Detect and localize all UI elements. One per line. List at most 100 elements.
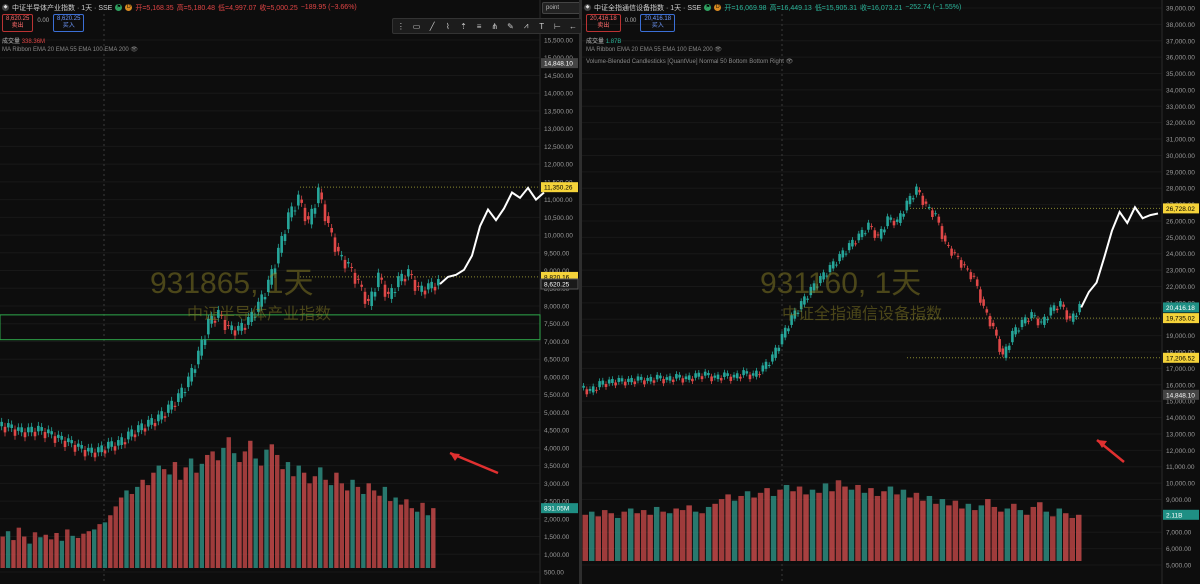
eye-icon[interactable]: 👁 (786, 59, 794, 65)
candle-body (23, 432, 27, 438)
candle-body (927, 206, 931, 208)
candle-body (360, 284, 363, 287)
candle-body (924, 201, 928, 204)
candle-body (1059, 301, 1062, 307)
candle-body (290, 206, 293, 218)
volume-bar (113, 506, 118, 568)
text-tool-icon[interactable]: T (536, 22, 548, 31)
flag-icon[interactable]: ⚑ (115, 4, 123, 11)
volume-bar (307, 483, 312, 568)
volume-bar (118, 497, 124, 568)
candle-body (177, 393, 180, 402)
pattern-tool-icon[interactable]: ⩘ (520, 21, 532, 31)
right-watermark: 931160, 1天 (760, 267, 922, 300)
candle-body (652, 380, 656, 383)
d-badge-icon[interactable]: D (125, 4, 133, 11)
candle-body (80, 445, 83, 449)
candle-body (783, 327, 787, 338)
y-tick-label: 23,000.00 (1166, 268, 1195, 275)
volume-bar (1017, 510, 1024, 561)
candle-body (120, 437, 123, 446)
candle-body (998, 339, 1001, 352)
buy-button[interactable]: 8,620.25 买入 (53, 14, 85, 32)
candle-body (203, 339, 207, 346)
path-tool-icon[interactable]: ⌇ (442, 22, 454, 31)
volume-bar (621, 511, 627, 561)
left-quote: 8,620.25 卖出 0.00 8,620.25 买入 (2, 14, 85, 32)
volume-bar (275, 454, 280, 568)
rectangle-tool-icon[interactable]: ▭ (410, 22, 422, 31)
fib-tool-icon[interactable]: ≡ (473, 22, 485, 31)
candle-body (407, 269, 410, 277)
candle-body (167, 404, 170, 413)
candle-body (630, 377, 633, 383)
candle-body (183, 392, 187, 394)
candle-body (911, 198, 915, 200)
pitchfork-icon[interactable]: ⋔ (489, 22, 501, 31)
candle-body (614, 382, 617, 386)
volume-bar (595, 516, 601, 561)
brush-tool-icon[interactable]: ✎ (504, 22, 516, 31)
candle-body (243, 327, 247, 330)
y-tick-label: 14,000.00 (544, 91, 573, 98)
y-tick-label: 16,000.00 (1166, 382, 1195, 389)
candle-body (193, 369, 197, 373)
sell-button[interactable]: 8,620.25 卖出 (2, 14, 34, 32)
volume-bar (377, 495, 382, 568)
candle-body (133, 434, 137, 438)
candle-body (700, 376, 704, 380)
candle-body (57, 434, 60, 438)
right-indicator-legend-2[interactable]: Volume-Blended Candlesticks [QuantVue] N… (586, 58, 793, 65)
candle-body (995, 329, 998, 336)
volume-bar (199, 463, 205, 568)
candle-body (180, 387, 183, 399)
volume-bar (848, 489, 855, 561)
candle-body (337, 246, 340, 252)
candle-body (991, 322, 995, 327)
y-tick-label: 10,500.00 (544, 215, 573, 222)
eye-icon[interactable]: 👁 (130, 47, 138, 53)
long-position-icon[interactable]: ⇡ (457, 22, 469, 31)
symbol-marker-icon: ◆ (2, 4, 9, 11)
trendline-tool-icon[interactable]: ╱ (426, 22, 438, 31)
buy-button[interactable]: 20,416.18 买入 (640, 14, 676, 32)
candle-body (347, 262, 350, 264)
candle-body (420, 285, 423, 292)
volume-bar (796, 486, 803, 561)
volume-bar (226, 437, 231, 568)
candle-body (27, 427, 30, 433)
grip-icon[interactable]: ⋮ (395, 22, 407, 31)
candle-body (1027, 320, 1030, 322)
candle-body (979, 289, 982, 303)
candle-body (921, 195, 925, 205)
candle-body (350, 266, 353, 268)
candle-body (230, 325, 233, 331)
volume-bar (178, 479, 183, 568)
right-volume-legend: 成交量 1.87B (586, 39, 622, 45)
candle-body (200, 340, 203, 356)
price-label: 14,848.10 (1166, 392, 1195, 399)
y-tick-label: 12,000.00 (1166, 448, 1195, 455)
candle-body (293, 210, 297, 212)
volume-bar (409, 508, 414, 568)
flag-icon[interactable]: ⚑ (704, 4, 712, 11)
volume-bar (27, 543, 32, 568)
candle-body (100, 445, 103, 453)
candle-body (63, 440, 67, 448)
d-badge-icon[interactable]: D (714, 4, 722, 11)
candle-body (892, 220, 896, 226)
left-point-box[interactable]: point (542, 2, 579, 14)
right-indicator-legend[interactable]: MA Ribbon EMA 20 EMA 55 EMA 100 EMA 200 … (586, 46, 722, 53)
left-title: 中证半导体产业指数 · 1天 · SSE (12, 4, 113, 12)
candle-body (988, 316, 992, 327)
right-close: 收=16,073.21 (860, 4, 903, 12)
candle-body (591, 386, 595, 393)
volume-bar (398, 504, 404, 568)
measure-tool-icon[interactable]: ⊢ (551, 22, 563, 31)
left-indicator-legend[interactable]: MA Ribbon EMA 20 EMA 55 EMA 100 EMA 200 … (2, 46, 138, 53)
sell-button[interactable]: 20,416.18 卖出 (586, 14, 621, 32)
arrow-tool-icon[interactable]: ← (567, 22, 579, 31)
candle-body (777, 347, 781, 352)
candle-body (671, 379, 675, 383)
eye-icon[interactable]: 👁 (714, 47, 722, 53)
